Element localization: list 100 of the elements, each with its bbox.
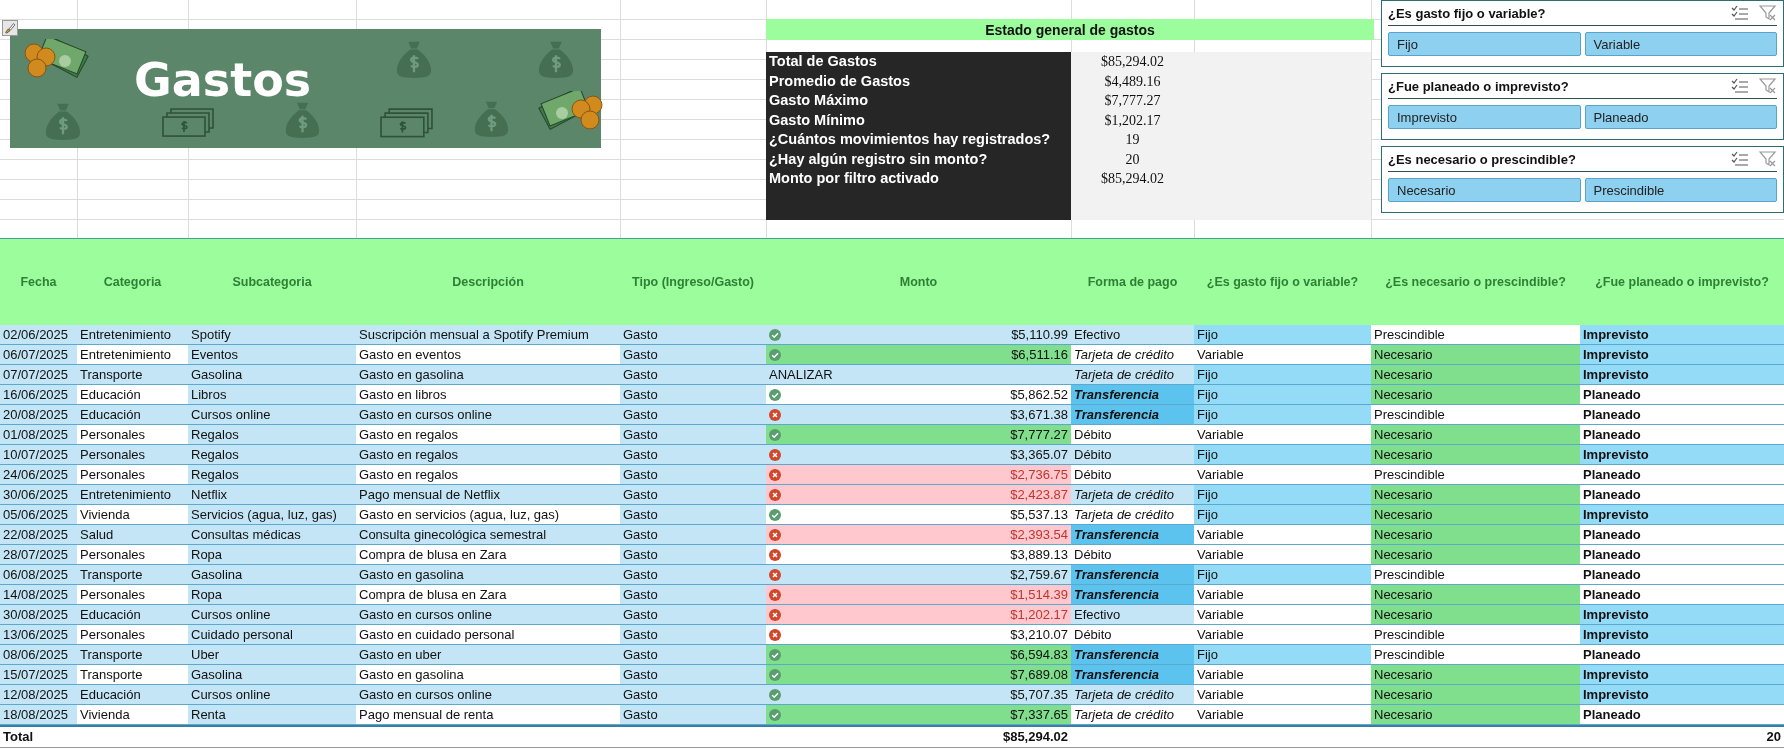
table-cell: Tarjeta de crédito	[1071, 485, 1194, 505]
slicer-option[interactable]: Fijo	[1388, 32, 1581, 56]
table-cell: Imprevisto	[1580, 625, 1784, 645]
table-cell: Gasto en cursos online	[356, 685, 620, 705]
table-cell: Necesario	[1371, 385, 1580, 405]
table-cell: Imprevisto	[1580, 345, 1784, 365]
table-cell: 12/08/2025	[0, 685, 77, 705]
column-header[interactable]: Monto	[766, 239, 1071, 325]
table-cell: Gasto	[620, 645, 766, 665]
table-cell: Libros	[188, 385, 356, 405]
clear-filter-icon[interactable]	[1759, 5, 1777, 21]
money-bag-icon	[44, 101, 82, 141]
amount-value: $7,337.65	[1010, 706, 1068, 724]
multi-select-icon[interactable]	[1731, 5, 1749, 21]
amount-value: $2,423.87	[1010, 486, 1068, 504]
table-cell: Cursos online	[188, 605, 356, 625]
summary-title: Estado general de gastos	[766, 19, 1374, 40]
multi-select-icon[interactable]	[1731, 151, 1749, 167]
table-cell: Consulta ginecológica semestral	[356, 525, 620, 545]
table-cell: Imprevisto	[1580, 605, 1784, 625]
summary-label: Gasto Mínimo	[768, 110, 865, 130]
summary-value: 20	[1124, 150, 1141, 169]
table-cell: Necesario	[1371, 685, 1580, 705]
table-cell: 14/08/2025	[0, 585, 77, 605]
table-cell: Transporte	[77, 645, 188, 665]
amount-value: $2,393.54	[1010, 526, 1068, 544]
table-cell: Necesario	[1371, 485, 1580, 505]
amount-value: $2,759.67	[1010, 566, 1068, 584]
table-cell: Cursos online	[188, 685, 356, 705]
table-cell: Tarjeta de crédito	[1071, 685, 1194, 705]
paintbrush-icon[interactable]	[2, 20, 18, 36]
table-cell: Gasto	[620, 485, 766, 505]
table-cell: Imprevisto	[1580, 665, 1784, 685]
table-cell: Entretenimiento	[77, 325, 188, 345]
summary-value: $7,777.27	[1103, 92, 1162, 110]
table-cell: Suscripción mensual a Spotify Premium	[356, 325, 620, 345]
table-cell: Transferencia	[1071, 405, 1194, 425]
column-header[interactable]: Descripción	[356, 239, 620, 325]
clear-filter-icon[interactable]	[1759, 151, 1777, 167]
summary-value: $85,294.02	[1100, 53, 1165, 71]
column-header[interactable]: Categoria	[77, 239, 188, 325]
column-header[interactable]: ¿Es gasto fijo o variable?	[1194, 239, 1371, 325]
amount-value: $5,110.99	[1011, 326, 1068, 344]
table-cell: Débito	[1071, 445, 1194, 465]
summary-label: ¿Cuántos movimientos hay registrados?	[768, 130, 1051, 149]
table-cell: Transferencia	[1071, 525, 1194, 545]
summary-value: $85,294.02	[1100, 170, 1165, 188]
amount-value: $6,594.83	[1010, 646, 1068, 664]
table-cell: 06/08/2025	[0, 565, 77, 585]
table-cell: Gasto en regalos	[356, 445, 620, 465]
table-cell: Cuidado personal	[188, 625, 356, 645]
table-cell: Gasto	[620, 385, 766, 405]
table-cell: Personales	[77, 445, 188, 465]
table-cell: Gasto	[620, 605, 766, 625]
table-cell: Gasto	[620, 365, 766, 385]
slicer-option[interactable]: Variable	[1584, 32, 1777, 56]
table-cell: 24/06/2025	[0, 465, 77, 485]
banknote-icon	[162, 108, 214, 138]
table-cell: Gasto	[620, 625, 766, 645]
slicer-title: ¿Es gasto fijo o variable?	[1388, 5, 1547, 21]
table-cell: Gasto	[620, 705, 766, 725]
clear-filter-icon[interactable]	[1759, 78, 1777, 94]
amount-value: $6,511.16	[1011, 346, 1068, 364]
column-header[interactable]: Forma de pago	[1071, 239, 1194, 325]
table-cell: Imprevisto	[1580, 325, 1784, 345]
banner-title: Gastos	[134, 57, 312, 103]
column-header[interactable]: Tipo (Ingreso/Gasto)	[620, 239, 766, 325]
table-cell: Fijo	[1194, 485, 1371, 505]
table-cell: Gasto	[620, 505, 766, 525]
multi-select-icon[interactable]	[1731, 78, 1749, 94]
table-cell: Fijo	[1194, 385, 1371, 405]
table-cell: Renta	[188, 705, 356, 725]
slicer-option[interactable]: Imprevisto	[1388, 105, 1581, 129]
money-bag-icon	[395, 39, 433, 79]
table-cell: Transporte	[77, 565, 188, 585]
amount-value: $3,365.07	[1010, 446, 1068, 464]
table-cell: Consultas médicas	[188, 525, 356, 545]
table-cell: Fijo	[1194, 505, 1371, 525]
table-cell: 06/07/2025	[0, 345, 77, 365]
slicer-title: ¿Fue planeado o imprevisto?	[1388, 78, 1570, 94]
slicer-option[interactable]: Planeado	[1584, 105, 1777, 129]
slicer-option[interactable]: Prescindible	[1584, 178, 1777, 202]
table-cell: Fijo	[1194, 365, 1371, 385]
table-cell: Transferencia	[1071, 665, 1194, 685]
table-cell: Spotify	[188, 325, 356, 345]
column-header[interactable]: Fecha	[0, 239, 77, 325]
table-cell: Gasolina	[188, 565, 356, 585]
table-cell: Entretenimiento	[77, 485, 188, 505]
table-cell: Fijo	[1194, 645, 1371, 665]
table-cell: 15/07/2025	[0, 665, 77, 685]
table-cell: Gasto	[620, 565, 766, 585]
table-cell: Eventos	[188, 345, 356, 365]
table-cell: 20/08/2025	[0, 405, 77, 425]
column-header[interactable]: ¿Es necesario o prescindible?	[1371, 239, 1580, 325]
column-header[interactable]: Subcategoria	[188, 239, 356, 325]
summary-value: $4,489.16	[1103, 72, 1162, 91]
column-header[interactable]: ¿Fue planeado o imprevisto?	[1580, 239, 1784, 325]
slicer-option[interactable]: Necesario	[1388, 178, 1581, 202]
table-cell: Gasto en cursos online	[356, 405, 620, 425]
table-cell: Necesario	[1371, 705, 1580, 725]
